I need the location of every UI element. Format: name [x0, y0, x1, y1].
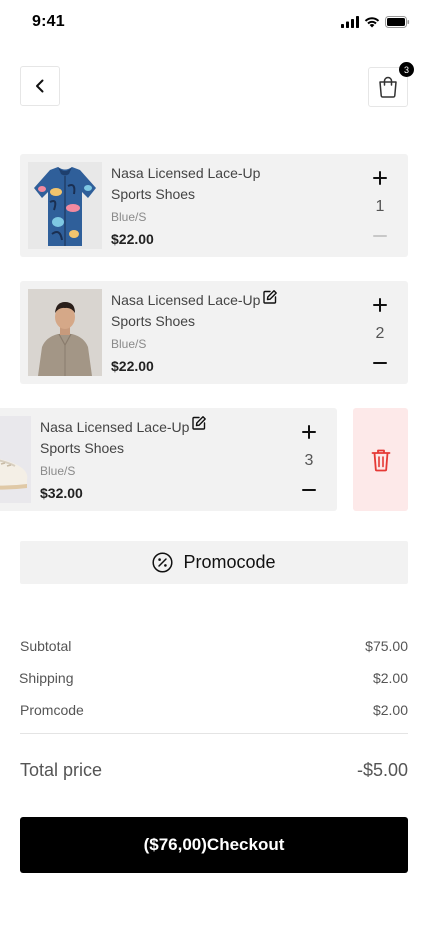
status-time: 9:41 [32, 13, 65, 30]
minus-icon [302, 489, 316, 491]
item-price: $32.00 [40, 485, 83, 501]
promocode-button[interactable]: Promocode [20, 541, 408, 584]
battery-icon [385, 16, 410, 28]
decrease-quantity-button[interactable] [370, 226, 390, 246]
total-value: -$5.00 [356, 760, 408, 780]
subtotal-row: Subtotal $75.00 [20, 638, 408, 654]
shopping-bag-icon [379, 76, 397, 98]
delete-item-button[interactable] [353, 408, 408, 511]
signal-icon [341, 16, 359, 28]
status-icons [341, 16, 410, 28]
promocode-row: Promcode $2.00 [20, 702, 408, 718]
increase-quantity-button[interactable] [299, 422, 319, 442]
edit-icon[interactable] [191, 415, 207, 431]
cart-count-badge: 3 [399, 62, 414, 77]
plus-icon [302, 425, 316, 439]
promocode-summary-value: $2.00 [372, 702, 408, 718]
item-variant: Blue/S [40, 464, 76, 478]
discount-percent-icon [152, 552, 174, 573]
checkout-button[interactable]: ($76,00)Checkout [20, 817, 408, 873]
product-image-floral-shirt [28, 162, 102, 249]
quantity-value: 3 [304, 452, 314, 469]
increase-quantity-button[interactable] [370, 295, 390, 315]
decrease-quantity-button[interactable] [370, 353, 390, 373]
back-button[interactable] [20, 66, 60, 106]
quantity-value: 1 [375, 198, 385, 215]
shipping-row: Shipping $2.00 [19, 670, 408, 686]
divider [20, 733, 408, 734]
status-bar: 9:41 [0, 0, 428, 44]
item-variant: Blue/S [111, 337, 147, 351]
item-price: $22.00 [111, 231, 154, 247]
cart-item[interactable]: Nasa Licensed Lace-Up Sports Shoes Blue/… [20, 154, 408, 257]
minus-icon [373, 235, 387, 237]
minus-icon [373, 362, 387, 364]
subtotal-label: Subtotal [20, 638, 72, 654]
product-image-man-in-shirt [28, 289, 102, 376]
promocode-label: Promocode [183, 552, 276, 572]
plus-icon [373, 171, 387, 185]
cart-item[interactable]: Nasa Licensed Lace-Up Sports Shoes Blue/… [20, 281, 408, 384]
chevron-left-icon [36, 79, 44, 93]
item-title: Nasa Licensed Lace-Up Sports Shoes [40, 419, 190, 456]
item-title: Nasa Licensed Lace-Up Sports Shoes [111, 292, 261, 329]
edit-icon[interactable] [262, 289, 278, 305]
subtotal-value: $75.00 [365, 638, 408, 654]
cart-item[interactable]: Nasa Licensed Lace-Up Sports Shoes Blue/… [0, 408, 337, 511]
item-title: Nasa Licensed Lace-Up Sports Shoes [111, 165, 261, 202]
quantity-value: 2 [375, 325, 385, 342]
cart-button[interactable]: 3 [368, 62, 414, 107]
total-label: Total price [20, 760, 103, 780]
promocode-summary-label: Promcode [20, 702, 84, 718]
item-price: $22.00 [111, 358, 154, 374]
shipping-label: Shipping [19, 670, 74, 686]
checkout-label: ($76,00)Checkout [143, 835, 285, 854]
increase-quantity-button[interactable] [370, 168, 390, 188]
shipping-value: $2.00 [372, 670, 408, 686]
plus-icon [373, 298, 387, 312]
trash-icon [371, 449, 390, 471]
total-row: Total price -$5.00 [20, 760, 408, 781]
item-variant: Blue/S [111, 210, 147, 224]
product-image-white-sneaker [0, 416, 31, 503]
wifi-icon [364, 17, 380, 28]
decrease-quantity-button[interactable] [299, 480, 319, 500]
